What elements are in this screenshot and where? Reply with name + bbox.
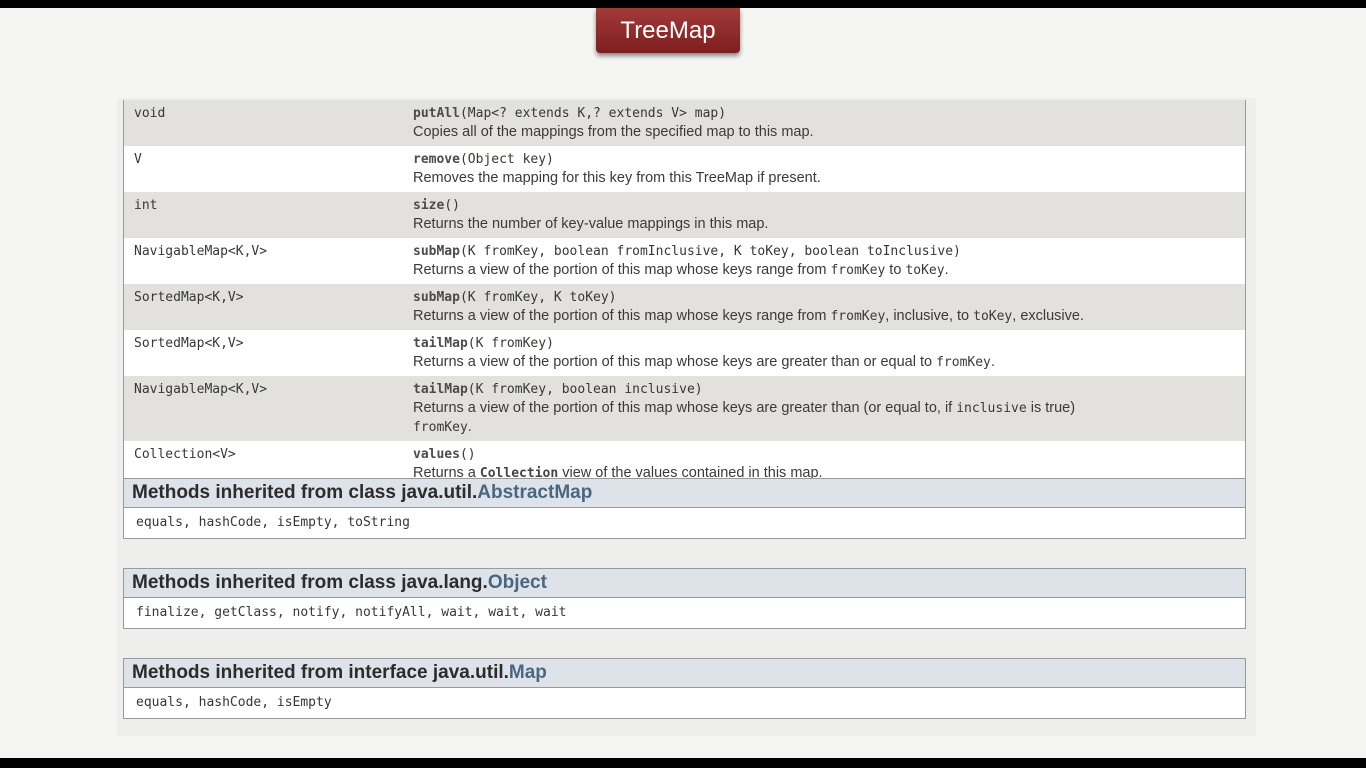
table-row: void putAll(Map<? extends K,? extends V> … xyxy=(124,100,1245,146)
inherited-abstractmap-header: Methods inherited from class java.util.A… xyxy=(124,479,1245,508)
inherited-abstractmap-prefix: Methods inherited from class java.util. xyxy=(132,482,478,503)
method-name-link[interactable]: putAll xyxy=(413,106,460,121)
method-cell: remove(Object key) Removes the mapping fo… xyxy=(413,150,1245,188)
return-type: SortedMap<K,V> xyxy=(134,290,244,305)
desc-text: is true) xyxy=(1026,400,1076,416)
inherited-abstractmap-methods: equals, hashCode, isEmpty, toString xyxy=(136,515,410,530)
method-cell: size() Returns the number of key-value ma… xyxy=(413,196,1245,234)
desc-text: Returns a view of the portion of this ma… xyxy=(413,262,831,278)
inherited-map-header: Methods inherited from interface java.ut… xyxy=(124,659,1245,688)
method-name-link[interactable]: tailMap xyxy=(413,382,468,397)
code-span: inclusive xyxy=(956,401,1027,416)
method-name-link[interactable]: subMap xyxy=(413,290,460,305)
inherited-object-box: Methods inherited from class java.lang.O… xyxy=(123,568,1246,629)
return-type: NavigableMap<K,V> xyxy=(134,244,268,259)
method-signature: tailMap(K fromKey) xyxy=(413,334,1245,353)
method-params: () xyxy=(444,198,460,213)
method-cell: tailMap(K fromKey, boolean inclusive) Ret… xyxy=(413,380,1245,437)
inherited-abstractmap-box: Methods inherited from class java.util.A… xyxy=(123,478,1246,539)
code-span: toKey xyxy=(973,309,1013,324)
method-params: (K fromKey, K toKey) xyxy=(459,290,617,305)
desc-text: Copies all of the mappings from the spec… xyxy=(413,124,814,140)
desc-text: Returns a view of the portion of this ma… xyxy=(413,400,957,416)
inherited-map-box: Methods inherited from interface java.ut… xyxy=(123,658,1246,719)
method-signature: subMap(K fromKey, boolean fromInclusive,… xyxy=(413,242,1245,261)
return-type: NavigableMap<K,V> xyxy=(134,382,268,397)
method-signature: size() xyxy=(413,196,1245,215)
method-description: Copies all of the mappings from the spec… xyxy=(413,123,1245,142)
method-signature: values() xyxy=(413,445,1245,464)
method-description: Returns a view of the portion of this ma… xyxy=(413,307,1245,326)
method-name-link[interactable]: subMap xyxy=(413,244,460,259)
desc-text: . xyxy=(990,354,995,370)
return-type: void xyxy=(134,106,166,121)
desc-text: Returns a view of the portion of this ma… xyxy=(413,308,831,324)
method-params: () xyxy=(459,447,476,462)
method-cell: tailMap(K fromKey) Returns a view of the … xyxy=(413,334,1245,372)
method-params: (K fromKey) xyxy=(467,336,554,351)
slide-title: TreeMap xyxy=(596,8,740,53)
method-name-link[interactable]: size xyxy=(413,198,444,213)
desc-text: Returns a view of the portion of this ma… xyxy=(413,354,937,370)
table-row: NavigableMap<K,V> subMap(K fromKey, boole… xyxy=(124,238,1245,284)
code-span: fromKey xyxy=(830,263,886,278)
method-signature: putAll(Map<? extends K,? extends V> map) xyxy=(413,104,1245,123)
code-span: toKey xyxy=(905,263,945,278)
return-type: int xyxy=(134,198,158,213)
table-row: SortedMap<K,V> tailMap(K fromKey) Returns … xyxy=(124,330,1245,376)
code-span: fromKey xyxy=(936,355,991,370)
method-summary-table: void putAll(Map<? extends K,? extends V> … xyxy=(123,100,1246,488)
inherited-object-methods: finalize, getClass, notify, notifyAll, w… xyxy=(136,605,567,620)
code-span: fromKey xyxy=(830,309,886,324)
abstractmap-link[interactable]: AbstractMap xyxy=(477,482,592,503)
return-type: SortedMap<K,V> xyxy=(134,336,244,351)
inherited-map-methods: equals, hashCode, isEmpty xyxy=(136,695,332,710)
method-cell: subMap(K fromKey, K toKey) Returns a view… xyxy=(413,288,1245,326)
desc-text: , exclusive. xyxy=(1012,308,1084,324)
method-params: (Map<? extends K,? extends V> map) xyxy=(459,106,727,121)
method-params: (K fromKey, boolean fromInclusive, K toK… xyxy=(459,244,961,259)
method-name-link[interactable]: values xyxy=(413,447,460,462)
method-description: Returns a view of the portion of this ma… xyxy=(413,261,1245,280)
return-type: V xyxy=(134,152,142,167)
method-description: Returns a view of the portion of this ma… xyxy=(413,353,1245,372)
method-description: Removes the mapping for this key from th… xyxy=(413,169,1245,188)
desc-text: . xyxy=(467,419,472,435)
code-span: fromKey xyxy=(413,420,468,435)
map-link[interactable]: Map xyxy=(509,662,547,683)
method-signature: remove(Object key) xyxy=(413,150,1245,169)
top-letterbox-bar xyxy=(0,0,1366,8)
method-name-link[interactable]: remove xyxy=(413,152,460,167)
method-name-link[interactable]: tailMap xyxy=(413,336,468,351)
method-description: Returns the number of key-value mappings… xyxy=(413,215,1245,234)
object-link[interactable]: Object xyxy=(488,572,547,593)
desc-text: to xyxy=(885,262,906,278)
inherited-object-prefix: Methods inherited from class java.lang. xyxy=(132,572,488,593)
method-params: (Object key) xyxy=(459,152,554,167)
bottom-letterbox-bar xyxy=(0,758,1366,768)
desc-text: . xyxy=(944,262,949,278)
method-signature: subMap(K fromKey, K toKey) xyxy=(413,288,1245,307)
table-row: NavigableMap<K,V> tailMap(K fromKey, bool… xyxy=(124,376,1245,441)
method-cell: putAll(Map<? extends K,? extends V> map)… xyxy=(413,104,1245,142)
desc-text: , inclusive, to xyxy=(885,308,974,324)
table-row: SortedMap<K,V> subMap(K fromKey, K toKey)… xyxy=(124,284,1245,330)
table-row: int size() Returns the number of key-value… xyxy=(124,192,1245,238)
method-signature: tailMap(K fromKey, boolean inclusive) xyxy=(413,380,1245,399)
inherited-map-prefix: Methods inherited from interface java.ut… xyxy=(132,662,509,683)
inherited-object-header: Methods inherited from class java.lang.O… xyxy=(124,569,1245,598)
table-row: Vremove(Object key) Removes the mapping f… xyxy=(124,146,1245,192)
desc-text: Removes the mapping for this key from th… xyxy=(413,170,821,186)
method-params: (K fromKey, boolean inclusive) xyxy=(467,382,703,397)
method-cell: subMap(K fromKey, boolean fromInclusive,… xyxy=(413,242,1245,280)
desc-text: Returns the number of key-value mappings… xyxy=(413,216,769,232)
method-description: Returns a view of the portion of this ma… xyxy=(413,399,1245,437)
